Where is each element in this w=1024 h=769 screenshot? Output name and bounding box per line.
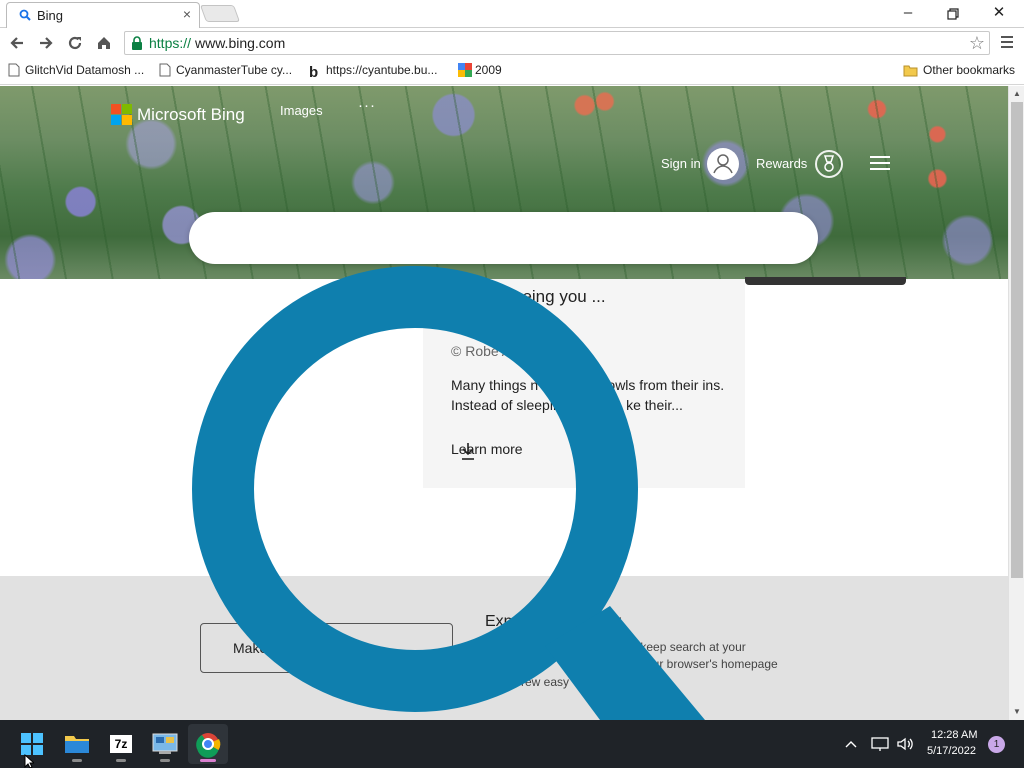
taskbar-file-explorer[interactable]	[57, 724, 97, 764]
back-button[interactable]	[6, 32, 28, 54]
promo-subtitle-2: your browser's homepage	[640, 657, 778, 671]
tab-close-icon[interactable]: ×	[183, 6, 191, 22]
ms-logo-red	[111, 104, 121, 114]
taskbar-control-panel[interactable]	[145, 724, 185, 764]
tab-strip: Bing × – ✕	[0, 0, 1024, 28]
new-tab-button[interactable]	[199, 5, 241, 22]
homepage-promo-band	[0, 576, 1008, 720]
card-title: eeing you ...	[513, 287, 606, 306]
mouse-cursor-icon	[24, 754, 34, 768]
hamburger-menu-icon[interactable]	[870, 156, 890, 170]
bookmark-item[interactable]: b https://cyantube.bu...	[309, 63, 437, 81]
promo-title: Exp auty every day	[485, 613, 622, 630]
logo-text: Microsoft Bing	[137, 105, 245, 124]
taskbar-chrome[interactable]	[188, 724, 228, 764]
ms-logo-yellow	[122, 115, 132, 125]
page-icon	[8, 63, 20, 77]
clock-date[interactable]: 5/17/2022	[927, 745, 976, 757]
page-icon	[159, 63, 171, 77]
nav-more-icon[interactable]: ···	[358, 97, 376, 114]
control-panel-icon	[152, 733, 178, 754]
download-icon[interactable]	[461, 442, 475, 465]
url-scheme: https://	[149, 35, 192, 51]
make-homepage-button[interactable]: Make ...age	[200, 623, 453, 673]
notification-badge[interactable]: 1	[988, 736, 1005, 753]
rewards-link[interactable]: Rewards	[756, 156, 807, 171]
restore-button[interactable]	[930, 2, 976, 26]
url-host: www.bing.com	[195, 35, 286, 51]
nav-images-link[interactable]: Images	[280, 103, 323, 118]
folder-icon	[903, 64, 918, 78]
image-info-card: eeing you ... © Robe Alamy Many things n…	[423, 279, 745, 488]
close-window-button[interactable]: ✕	[976, 2, 1022, 26]
google-icon	[458, 63, 472, 77]
taskbar-7zip[interactable]: 7z	[101, 724, 141, 764]
tab-title: Bing	[37, 8, 64, 23]
ms-logo-blue	[111, 115, 121, 125]
chrome-icon	[196, 733, 221, 758]
tab-bing[interactable]: Bing ×	[6, 2, 200, 28]
address-bar[interactable]: https:// www.bing.com ☆	[124, 31, 990, 55]
promo-subtitle-3: rew easy	[521, 675, 570, 689]
home-button[interactable]	[93, 32, 115, 54]
scroll-up-icon[interactable]: ▲	[1009, 86, 1024, 102]
minimize-button[interactable]: –	[885, 2, 931, 26]
forward-button[interactable]	[35, 32, 57, 54]
search-input[interactable]	[189, 212, 818, 264]
reload-button[interactable]	[64, 32, 86, 54]
volume-icon[interactable]	[896, 736, 914, 755]
scroll-thumb[interactable]	[1011, 102, 1023, 578]
lock-icon	[131, 36, 143, 50]
scroll-down-icon[interactable]: ▼	[1009, 704, 1024, 720]
tray-overflow-chevron-icon[interactable]	[845, 736, 857, 751]
bookmark-item[interactable]: 2009	[458, 63, 502, 77]
browser-toolbar: https:// www.bing.com ☆	[0, 29, 1024, 58]
bing-favicon-icon	[19, 9, 31, 25]
7z-icon: 7z	[110, 735, 132, 753]
card-description: Many things n burrowing owls from their …	[451, 377, 725, 413]
folder-icon	[65, 736, 89, 753]
rewards-medal-icon[interactable]	[815, 150, 843, 178]
user-avatar-icon[interactable]	[707, 148, 739, 180]
promo-subtitle-1: and keep search at your	[617, 640, 746, 654]
sign-in-link[interactable]: Sign in	[661, 156, 701, 171]
bookmark-item[interactable]: GlitchVid Datamosh ...	[8, 63, 144, 77]
taskbar: 7z 12:28 AM 5/17/2022 1	[0, 720, 1024, 768]
clock-time[interactable]: 12:28 AM	[931, 729, 977, 741]
bookmark-item[interactable]: CyanmasterTube cy...	[159, 63, 292, 77]
ms-logo-green	[122, 104, 132, 114]
page-scrollbar[interactable]: ▲ ▼	[1008, 86, 1024, 720]
browser-menu-icon[interactable]	[998, 33, 1016, 53]
image-info-tab[interactable]	[745, 277, 906, 285]
other-bookmarks[interactable]: Other bookmarks	[903, 63, 1015, 78]
bing-b-icon: b	[309, 64, 319, 81]
network-icon[interactable]	[871, 736, 889, 755]
bookmarks-bar: GlitchVid Datamosh ... CyanmasterTube cy…	[0, 58, 1024, 85]
bing-page: Microsoft Bing Images ··· Sign in Reward…	[0, 86, 1008, 720]
image-credit: © Robe Alamy	[451, 343, 541, 359]
bookmark-star-icon[interactable]: ☆	[969, 33, 985, 54]
